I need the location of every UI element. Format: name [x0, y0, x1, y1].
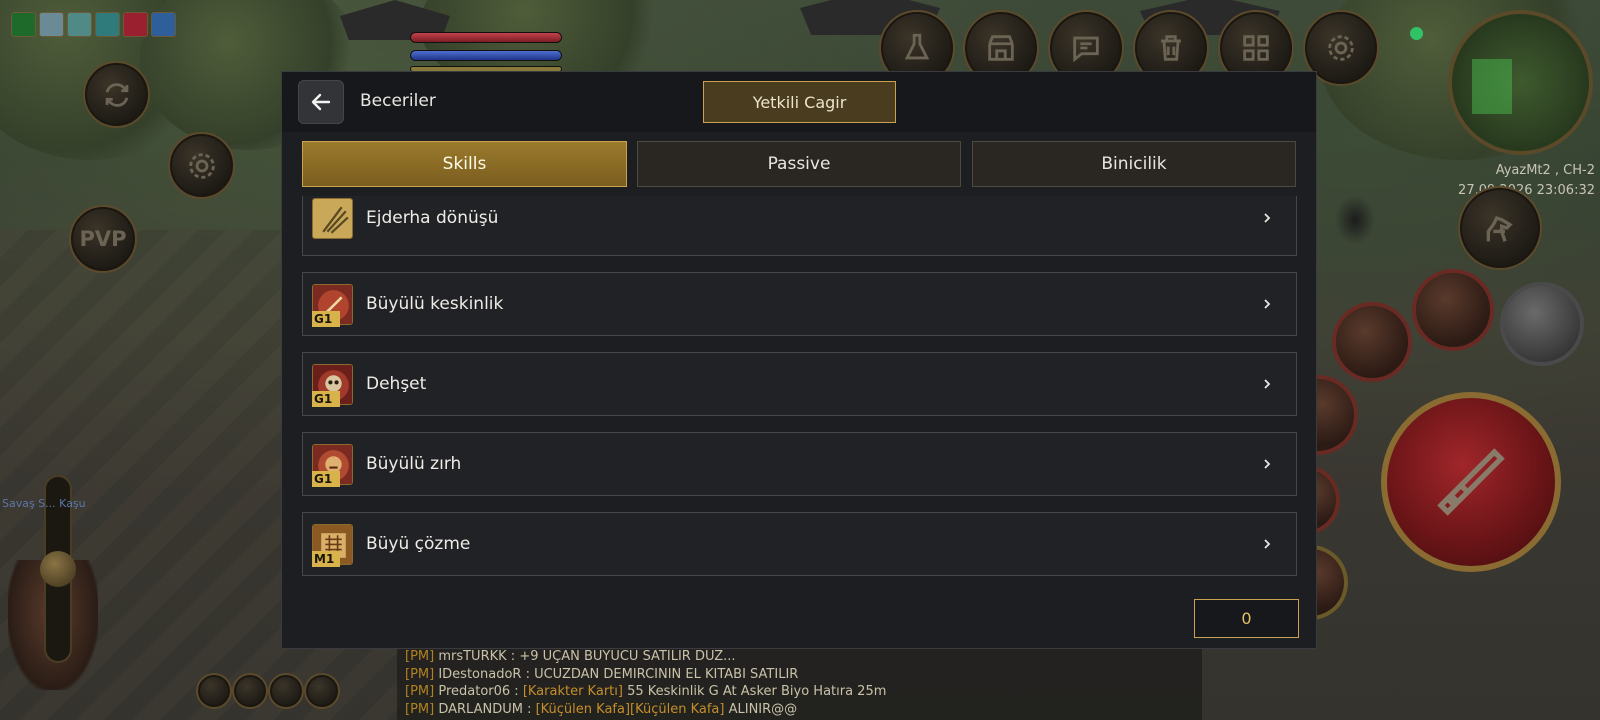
message-icon [1073, 36, 1099, 63]
quickslot[interactable] [196, 673, 232, 709]
npc-figure [1335, 195, 1375, 245]
flask-icon [904, 33, 930, 60]
grade-badge: G1 [312, 311, 340, 327]
dialog-header: Beceriler Yetkili Cagir [282, 72, 1316, 132]
buff-icon[interactable] [67, 12, 92, 37]
chat-sender[interactable]: mrsTURKK : [434, 649, 519, 664]
chat-log[interactable]: [PM] mrsTURKK : +9 UÇAN BÜYÜCÜ SATILIR D… [397, 646, 1202, 720]
trash-icon [1161, 35, 1181, 61]
buff-icon[interactable] [11, 12, 36, 37]
chat-channel-tag: [PM] [405, 684, 435, 699]
skill-name: Büyü çözme [366, 534, 471, 554]
skill-slot[interactable] [1412, 269, 1494, 351]
chat-channel-tag: [PM] [405, 701, 435, 717]
chevron-right-icon [1264, 299, 1271, 309]
sword-icon [1437, 448, 1505, 516]
grade-badge: G1 [312, 471, 340, 487]
chat-item-link[interactable]: [Küçülen Kafa][Küçülen Kafa] [536, 702, 725, 717]
skill-slot[interactable] [1332, 302, 1412, 382]
skill-name: Büyülü zırh [366, 454, 462, 474]
chat-message: 55 Keskinlik G At Asker Biyo Hatıra 25m [622, 684, 887, 699]
chevron-right-icon [1264, 213, 1271, 223]
chat-item-link[interactable]: [Karakter Kartı] [523, 684, 623, 699]
chat-message: UCUZDAN DEMIRCININ EL KITABI SATILIR [534, 666, 799, 682]
chevron-right-icon [1264, 459, 1271, 469]
tab-riding[interactable]: Binicilik [972, 141, 1296, 187]
pvp-button[interactable]: PVP [69, 205, 137, 273]
buff-icon[interactable] [39, 12, 64, 37]
online-indicator [1410, 27, 1423, 40]
skill-name: Dehşet [366, 374, 427, 394]
chat-message: ALINIR@@ [724, 701, 798, 717]
quickslot[interactable] [268, 673, 304, 709]
chat-line: [PM] mrsTURKK : +9 UÇAN BÜYÜCÜ SATILIR D… [405, 648, 1202, 666]
attack-button[interactable] [1381, 392, 1561, 572]
pvp-label: PVP [79, 227, 127, 251]
call-gm-button[interactable]: Yetkili Cagir [703, 81, 896, 123]
back-button[interactable] [298, 80, 344, 124]
dialog-title: Beceriler [360, 91, 436, 111]
chat-sender[interactable]: IDestonadoR : [434, 667, 534, 682]
grid-icon [1243, 35, 1269, 61]
horse-icon [1486, 215, 1513, 242]
arrow-left-icon [311, 93, 331, 111]
skill-list[interactable]: Ejderha dönüşü G1 Büyülü keskinlik G1 De… [302, 196, 1299, 576]
skill-name: Ejderha dönüşü [366, 208, 499, 228]
server-channel: AyazMt2 , CH-2 [1495, 163, 1595, 178]
skill-slot[interactable] [1500, 282, 1584, 366]
chevron-right-icon [1264, 379, 1271, 389]
auto-hunt-button[interactable] [83, 61, 150, 128]
mana-bar [410, 50, 562, 61]
refresh-icon [105, 82, 128, 107]
quickslot[interactable] [304, 673, 340, 709]
chat-line: [PM] DARLANDUM : [Küçülen Kafa][Küçülen … [405, 701, 1202, 719]
buff-icon[interactable] [151, 12, 176, 37]
skills-dialog: Beceriler Yetkili Cagir Skills Passive B… [281, 71, 1317, 649]
grade-badge: M1 [312, 551, 340, 567]
dragon-claw-icon [312, 198, 353, 239]
tab-passive[interactable]: Passive [637, 141, 961, 187]
tab-skills[interactable]: Skills [302, 141, 627, 187]
chat-channel-tag: [PM] [405, 649, 435, 664]
skill-row-terror[interactable]: G1 Dehşet [302, 352, 1297, 416]
settings-button-left[interactable] [168, 132, 235, 199]
chat-sender[interactable]: DARLANDUM : [434, 702, 535, 717]
skill-row-dragon-transform[interactable]: Ejderha dönüşü [302, 196, 1297, 256]
gear-icon [188, 152, 215, 179]
quickslot[interactable] [232, 673, 268, 709]
chat-channel-tag: [PM] [405, 666, 435, 682]
skill-points-display: 0 [1194, 599, 1299, 638]
buff-icon[interactable] [123, 12, 148, 37]
skill-row-enchanted-blade[interactable]: G1 Büyülü keskinlik [302, 272, 1297, 336]
minimap[interactable] [1448, 10, 1593, 155]
grade-badge: G1 [312, 391, 340, 407]
gear-icon [1328, 35, 1354, 61]
chat-line: [PM] IDestonadoR : UCUZDAN DEMIRCININ EL… [405, 666, 1202, 684]
shop-icon [988, 35, 1014, 61]
slider-handle[interactable] [40, 551, 76, 587]
buff-icon[interactable] [95, 12, 120, 37]
skill-name: Büyülü keskinlik [366, 294, 504, 314]
minimap-terrain [1472, 59, 1512, 114]
world-label: Savaş S... Kaşu [2, 497, 86, 510]
health-bar [410, 32, 562, 43]
chat-sender[interactable]: Predator06 : [434, 684, 523, 699]
chevron-right-icon [1264, 539, 1271, 549]
skill-row-dispel[interactable]: M1 Büyü çözme [302, 512, 1297, 576]
skill-row-enchanted-armor[interactable]: G1 Büyülü zırh [302, 432, 1297, 496]
chat-line: [PM] Predator06 : [Karakter Kartı] 55 Ke… [405, 683, 1202, 701]
chat-message: +9 UÇAN BÜYÜCÜ SATILIR DÜZ... [519, 649, 736, 664]
mount-button[interactable] [1458, 186, 1542, 270]
